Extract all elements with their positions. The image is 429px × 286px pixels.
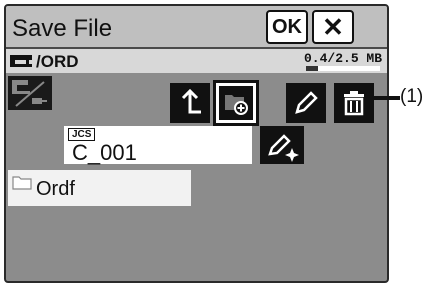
machine-usb-toggle-button[interactable] [8, 76, 52, 110]
current-path: /ORD [36, 52, 79, 71]
save-file-screen: Save File OK ✕ /ORD 0.4/2.5 MB JCS C_001… [4, 4, 389, 283]
up-arrow-icon [181, 88, 201, 114]
capacity-bar [306, 66, 380, 71]
file-name: C_001 [72, 140, 137, 165]
parent-folder-button[interactable] [170, 83, 210, 123]
file-name-field[interactable]: JCS C_001 [64, 126, 252, 165]
close-button[interactable]: ✕ [312, 10, 354, 44]
trash-icon [344, 91, 364, 116]
edit-name-button[interactable] [260, 126, 304, 164]
page-title: Save File [12, 15, 113, 42]
new-folder-icon [225, 95, 248, 115]
usb-device-icon [12, 80, 47, 107]
folder-icon [12, 176, 32, 190]
new-folder-button[interactable] [213, 80, 259, 126]
callout-label: (1) [400, 86, 424, 107]
folder-item[interactable]: Ordf [8, 170, 191, 206]
toolbar [6, 73, 387, 126]
sewing-machine-icon [10, 55, 32, 67]
title-bar: Save File OK ✕ [6, 6, 387, 49]
pencil-icon [295, 91, 318, 114]
rename-button[interactable] [286, 83, 326, 123]
edit-name-icon [268, 134, 299, 162]
capacity-text: 0.4/2.5 MB [304, 51, 383, 66]
ok-button[interactable]: OK [266, 10, 308, 44]
callout-line [372, 96, 400, 100]
delete-button[interactable] [334, 83, 374, 123]
folder-name: Ordf [36, 178, 75, 200]
path-bar: /ORD 0.4/2.5 MB [6, 49, 387, 73]
capacity-fill [306, 66, 318, 71]
